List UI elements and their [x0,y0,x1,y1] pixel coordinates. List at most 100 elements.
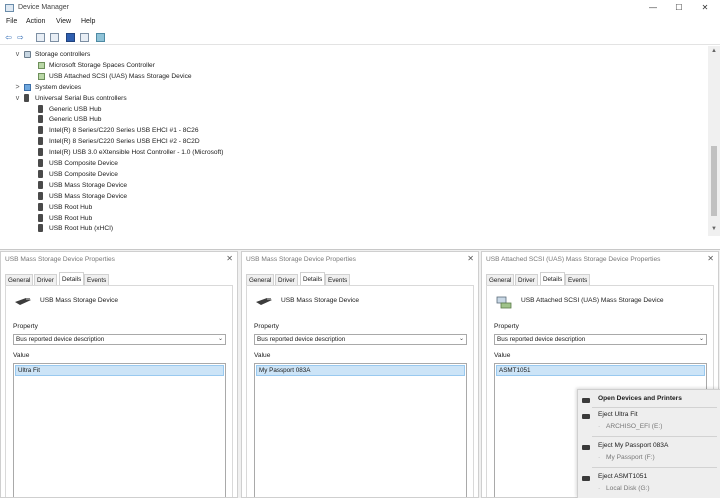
vertical-scrollbar[interactable]: ▲ ▼ [708,46,720,236]
value-list[interactable]: My Passport 083A [254,363,467,497]
chevron-down-icon: ⌄ [217,336,223,342]
device-manager-window: Device Manager — ☐ ✕ File Action View He… [0,0,720,250]
details-panel: USB Mass Storage Device Property Bus rep… [246,285,474,497]
chevron-right-icon[interactable]: > [14,82,21,93]
chevron-down-icon[interactable]: v [14,93,21,104]
device-tree: v Storage controllers Microsoft Storage Sp… [0,46,708,236]
value-label: Value [13,352,30,359]
tree-item[interactable]: USB Mass Storage Device [0,180,700,191]
tab-details[interactable]: Details [540,272,566,285]
menu-help[interactable]: Help [81,18,95,25]
tree-item[interactable]: USB Attached SCSI (UAS) Mass Storage Dev… [0,71,700,82]
property-dropdown[interactable]: Bus reported device description ⌄ [494,334,707,345]
help-icon[interactable] [66,33,75,42]
tree-item[interactable]: USB Root Hub [0,202,700,213]
value-item[interactable]: Ultra Fit [15,365,224,376]
tree-item[interactable]: Generic USB Hub [0,104,700,115]
tree-item[interactable]: v Universal Serial Bus controllers [0,93,700,104]
tab-general[interactable]: General [5,274,34,285]
tree-item[interactable]: USB Mass Storage Device [0,191,700,202]
back-icon[interactable]: ⇦ [4,33,13,42]
tab-driver[interactable]: Driver [515,274,538,285]
properties-icon[interactable] [50,33,59,42]
tree-item[interactable]: v Storage controllers [0,49,700,60]
tree-item[interactable]: Generic USB Hub [0,114,700,125]
tree-item-label: USB Root Hub [49,203,93,211]
tab-events[interactable]: Events [325,274,351,285]
tree-item-label: Generic USB Hub [49,116,102,124]
scrollbar-thumb[interactable] [711,146,717,216]
menu-action[interactable]: Action [26,18,45,25]
usb-icon [38,202,43,211]
tree-item-label: USB Mass Storage Device [49,181,128,189]
action-pane-icon[interactable] [80,33,89,42]
menu-file[interactable]: File [6,18,17,25]
menu-item[interactable]: Open Devices and Printers [578,395,720,406]
close-icon[interactable]: ✕ [467,254,474,263]
menu-view[interactable]: View [56,18,71,25]
tree-item-label: Intel(R) USB 3.0 eXtensible Host Control… [49,149,224,157]
menu-item[interactable]: Eject ASMT1051 [578,473,720,484]
tab-events[interactable]: Events [565,274,591,285]
tab-driver[interactable]: Driver [275,274,298,285]
tab-details[interactable]: Details [300,272,326,285]
properties-window: USB Mass Storage Device Properties ✕ Gen… [0,251,238,498]
tree-item[interactable]: USB Composite Device [0,169,700,180]
property-dropdown[interactable]: Bus reported device description ⌄ [254,334,467,345]
tab-general[interactable]: General [246,274,275,285]
properties-window-title: USB Attached SCSI (UAS) Mass Storage Dev… [486,256,661,263]
menu-item[interactable]: Eject My Passport 083A [578,442,720,453]
bullet-icon: · [598,423,601,430]
tab-details[interactable]: Details [59,272,85,285]
usb-icon [38,191,43,200]
properties-window: USB Mass Storage Device Properties ✕ Gen… [241,251,479,498]
show-hide-console-tree-icon[interactable] [36,33,45,42]
tree-item-label: USB Root Hub [49,214,93,222]
minimize-button[interactable]: — [646,2,660,14]
property-dropdown[interactable]: Bus reported device description ⌄ [13,334,226,345]
tree-item[interactable]: USB Composite Device [0,158,700,169]
usb-drive-icon [255,296,273,306]
menu-item-label: My Passport (F:) [606,454,655,461]
window-title: Device Manager [18,4,69,11]
monitor-icon[interactable] [96,33,105,42]
tab-events[interactable]: Events [84,274,110,285]
device-name: USB Mass Storage Device [40,297,119,304]
usb-icon [38,180,43,189]
usb-icon [38,213,43,222]
tree-item[interactable]: USB Root Hub (xHCI) [0,223,700,234]
chevron-down-icon: ⌄ [698,336,704,342]
value-item[interactable]: ASMT1051 [496,365,705,376]
value-list[interactable]: Ultra Fit [13,363,226,497]
forward-icon[interactable]: ⇨ [16,33,25,42]
tree-item-label: USB Mass Storage Device [49,192,128,200]
maximize-button[interactable]: ☐ [672,2,686,14]
chevron-down-icon[interactable]: v [14,49,21,60]
bullet-icon: · [598,485,601,492]
usb-icon [38,137,43,146]
tree-item-label: Microsoft Storage Spaces Controller [49,61,155,69]
title-bar: Device Manager — ☐ ✕ [0,0,720,16]
tree-item-label: USB Composite Device [49,160,118,167]
tree-item[interactable]: > System devices [0,82,700,93]
usb-drive-icon [582,445,590,450]
menu-item[interactable]: Eject Ultra Fit [578,411,720,422]
close-button[interactable]: ✕ [698,2,712,14]
tree-item[interactable]: Intel(R) USB 3.0 eXtensible Host Control… [0,147,700,158]
tab-driver[interactable]: Driver [34,274,57,285]
device-name: USB Mass Storage Device [281,297,360,304]
scroll-down-icon[interactable]: ▼ [710,226,718,232]
tree-item[interactable]: Microsoft Storage Spaces Controller [0,60,700,71]
tree-item-label: USB Composite Device [49,170,118,178]
tab-general[interactable]: General [486,274,515,285]
close-icon[interactable]: ✕ [707,254,714,263]
menu-item-label: Eject ASMT1051 [598,473,648,480]
close-icon[interactable]: ✕ [226,254,233,263]
tree-item[interactable]: USB Root Hub [0,213,700,224]
value-item[interactable]: My Passport 083A [256,365,465,376]
scroll-up-icon[interactable]: ▲ [710,48,718,54]
menu-subitem: · Local Disk (G:) [578,485,720,496]
menu-separator [592,467,717,468]
tree-item[interactable]: Intel(R) 8 Series/C220 Series USB EHCI #… [0,136,700,147]
tree-item[interactable]: Intel(R) 8 Series/C220 Series USB EHCI #… [0,125,700,136]
